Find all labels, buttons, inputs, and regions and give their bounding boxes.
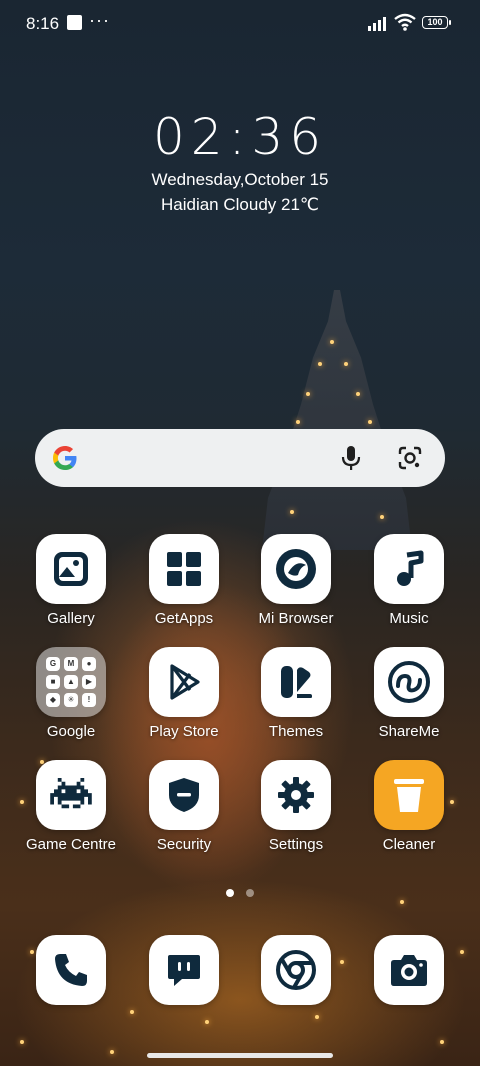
app-game-centre[interactable]: Game Centre xyxy=(21,760,121,853)
getapps-icon[interactable] xyxy=(149,534,219,604)
app-label: GetApps xyxy=(154,610,214,627)
folder-app-icon: M xyxy=(64,657,78,671)
cellular-signal-icon xyxy=(368,15,390,31)
app-label: Security xyxy=(156,836,212,853)
date-text[interactable]: Wednesday,October 15 xyxy=(0,170,480,190)
dock-phone[interactable] xyxy=(21,935,121,1005)
folder-app-icon: G xyxy=(46,657,60,671)
app-settings[interactable]: Settings xyxy=(246,760,346,853)
game-invader-icon[interactable] xyxy=(36,760,106,830)
app-mi-browser[interactable]: Mi Browser xyxy=(246,534,346,627)
app-label: Settings xyxy=(268,836,324,853)
app-label: Gallery xyxy=(47,610,95,627)
status-bar: 8:16 ··· 100 xyxy=(0,0,480,46)
folder-app-icon: ! xyxy=(82,693,96,707)
app-label: Themes xyxy=(268,723,324,740)
home-screen: 8:16 ··· 100 02:36 Wednesday,October 15 … xyxy=(0,0,480,1066)
notification-icon xyxy=(67,15,82,30)
shareme-icon[interactable] xyxy=(374,647,444,717)
folder-app-icon: ▶ xyxy=(82,675,96,689)
gallery-icon[interactable] xyxy=(36,534,106,604)
folder-app-icon: ✳ xyxy=(64,693,78,707)
app-label: Mi Browser xyxy=(258,610,334,627)
app-label: Game Centre xyxy=(25,836,117,853)
google-search-bar[interactable] xyxy=(35,429,445,487)
wifi-icon xyxy=(394,13,416,31)
dock-messages[interactable] xyxy=(134,935,234,1005)
app-shareme[interactable]: ShareMe xyxy=(359,647,459,740)
app-security[interactable]: Security xyxy=(134,760,234,853)
folder-app-icon: ◆ xyxy=(46,693,60,707)
app-label: Cleaner xyxy=(382,836,436,853)
page-dot-active[interactable] xyxy=(226,889,234,897)
clock-widget[interactable]: 02:36 xyxy=(0,108,480,166)
app-label: Play Store xyxy=(149,723,219,740)
trash-icon[interactable] xyxy=(374,760,444,830)
camera-icon[interactable] xyxy=(374,935,444,1005)
folder-app-icon: ● xyxy=(82,657,96,671)
app-label: Google xyxy=(46,723,96,740)
app-themes[interactable]: Themes xyxy=(246,647,346,740)
weather-text[interactable]: Haidian Cloudy 21℃ xyxy=(0,195,480,215)
folder-icon[interactable]: G M ● ■ ▲ ▶ ◆ ✳ ! xyxy=(36,647,106,717)
google-lens-icon[interactable] xyxy=(397,445,423,471)
app-label: Music xyxy=(389,610,429,627)
app-label: ShareMe xyxy=(378,723,440,740)
page-dot[interactable] xyxy=(246,889,254,897)
chrome-icon[interactable] xyxy=(261,935,331,1005)
folder-app-icon: ■ xyxy=(46,675,60,689)
app-play-store[interactable]: Play Store xyxy=(134,647,234,740)
play-store-icon[interactable] xyxy=(149,647,219,717)
folder-app-icon: ▲ xyxy=(64,675,78,689)
status-time: 8:16 xyxy=(26,14,60,33)
microphone-icon[interactable] xyxy=(340,444,362,472)
more-notifications-icon: ··· xyxy=(89,10,110,30)
messages-icon[interactable] xyxy=(149,935,219,1005)
app-cleaner[interactable]: Cleaner xyxy=(359,760,459,853)
dock-chrome[interactable] xyxy=(246,935,346,1005)
shield-icon[interactable] xyxy=(149,760,219,830)
battery-icon: 100 xyxy=(422,16,451,29)
google-g-icon xyxy=(53,446,77,470)
folder-google[interactable]: G M ● ■ ▲ ▶ ◆ ✳ ! Google xyxy=(21,647,121,740)
gear-icon[interactable] xyxy=(261,760,331,830)
page-indicator[interactable] xyxy=(226,884,266,902)
mi-browser-icon[interactable] xyxy=(261,534,331,604)
phone-icon[interactable] xyxy=(36,935,106,1005)
app-music[interactable]: Music xyxy=(359,534,459,627)
themes-icon[interactable] xyxy=(261,647,331,717)
gesture-nav-handle[interactable] xyxy=(147,1053,333,1058)
music-note-icon[interactable] xyxy=(374,534,444,604)
app-gallery[interactable]: Gallery xyxy=(21,534,121,627)
dock-camera[interactable] xyxy=(359,935,459,1005)
app-getapps[interactable]: GetApps xyxy=(134,534,234,627)
